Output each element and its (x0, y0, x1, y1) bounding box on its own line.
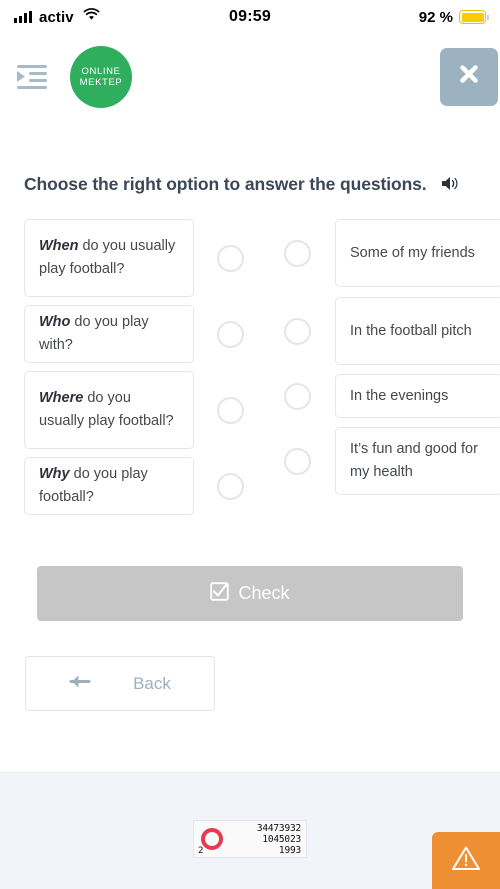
answer-slot: In the football pitch (335, 292, 500, 370)
logo-line-2: MEKTEP (79, 76, 123, 88)
indent-menu-icon[interactable] (16, 62, 50, 92)
main-content: Choose the right option to answer the qu… (0, 119, 500, 518)
question-slot: When do you usually play football? (24, 214, 194, 302)
dot-slot (244, 292, 335, 370)
answer-connector-dot[interactable] (284, 317, 311, 345)
report-problem-button[interactable] (432, 832, 500, 889)
answer-slot: It’s fun and good for my health (335, 422, 500, 500)
counter-online: 1993 (278, 844, 301, 856)
question-slot: Where do you usually play football? (24, 366, 194, 454)
checkbox-checked-icon (210, 581, 230, 606)
question-column: When do you usually play football? Who d… (24, 214, 194, 518)
question-keyword: Where (39, 390, 84, 406)
answer-connector-dot[interactable] (284, 382, 311, 410)
matching-grid: When do you usually play football? Who d… (24, 214, 500, 518)
question-card[interactable]: Why do you play football? (24, 457, 194, 515)
answer-slot: Some of my friends (335, 214, 500, 292)
question-slot: Who do you play with? (24, 302, 194, 366)
answer-card[interactable]: In the evenings (335, 374, 500, 418)
question-slot: Why do you play football? (24, 454, 194, 518)
dot-slot (194, 214, 244, 302)
dot-slot (194, 302, 244, 366)
instruction-label: Choose the right option to answer the qu… (24, 174, 427, 194)
speaker-sound-icon[interactable] (441, 173, 460, 200)
question-card[interactable]: When do you usually play football? (24, 219, 194, 297)
answer-card[interactable]: In the football pitch (335, 297, 500, 365)
dot-slot (244, 422, 335, 500)
battery-icon (459, 10, 489, 24)
app-header: ONLINE MEKTEP (0, 34, 500, 119)
logo-line-1: ONLINE (81, 65, 121, 77)
question-connector-dot[interactable] (217, 244, 244, 272)
status-bar: activ 09:59 92 % (0, 0, 500, 34)
back-button[interactable]: Back (25, 656, 215, 711)
question-card[interactable]: Who do you play with? (24, 305, 194, 363)
online-mektep-logo[interactable]: ONLINE MEKTEP (70, 45, 132, 108)
answer-connector-dot[interactable] (284, 447, 311, 475)
question-connector-dot[interactable] (217, 396, 244, 424)
counter-today: 1045023 (262, 833, 301, 845)
question-keyword: Why (39, 466, 70, 482)
question-connector-dot[interactable] (217, 472, 244, 500)
instruction-text: Choose the right option to answer the qu… (24, 119, 476, 214)
dot-slot (244, 370, 335, 422)
battery-percent-label: 92 % (418, 8, 453, 26)
dot-slot (194, 454, 244, 518)
check-button[interactable]: Check (37, 566, 463, 621)
counter-total: 34473932 (256, 822, 301, 834)
arrow-left-icon (69, 673, 93, 695)
answer-dots-column (244, 214, 335, 500)
question-connector-dot[interactable] (217, 320, 244, 348)
back-button-label: Back (133, 673, 171, 693)
counter-ring-icon (201, 828, 223, 850)
question-keyword: When (39, 238, 79, 254)
answer-card[interactable]: It’s fun and good for my health (335, 427, 500, 495)
answer-column: Some of my friends In the football pitch… (335, 214, 500, 500)
counter-badge: 2 (198, 846, 204, 856)
question-dots-column (194, 214, 244, 518)
close-button[interactable] (440, 47, 498, 106)
answer-card[interactable]: Some of my friends (335, 219, 500, 287)
visitor-counter-widget[interactable]: 2 34473932 1045023 1993 (193, 820, 307, 858)
close-x-icon (457, 62, 481, 91)
question-card[interactable]: Where do you usually play football? (24, 371, 194, 449)
check-button-label: Check (238, 583, 290, 603)
warning-triangle-icon (450, 844, 482, 877)
dot-slot (194, 366, 244, 454)
question-keyword: Who (39, 314, 71, 330)
answer-connector-dot[interactable] (284, 239, 311, 267)
dot-slot (244, 214, 335, 292)
counter-numbers: 34473932 1045023 1993 (257, 823, 301, 856)
answer-slot: In the evenings (335, 370, 500, 422)
footer: 2 34473932 1045023 1993 (0, 772, 500, 889)
status-bar-right: 92 % (418, 8, 489, 26)
action-bar: Check Back (0, 566, 500, 711)
